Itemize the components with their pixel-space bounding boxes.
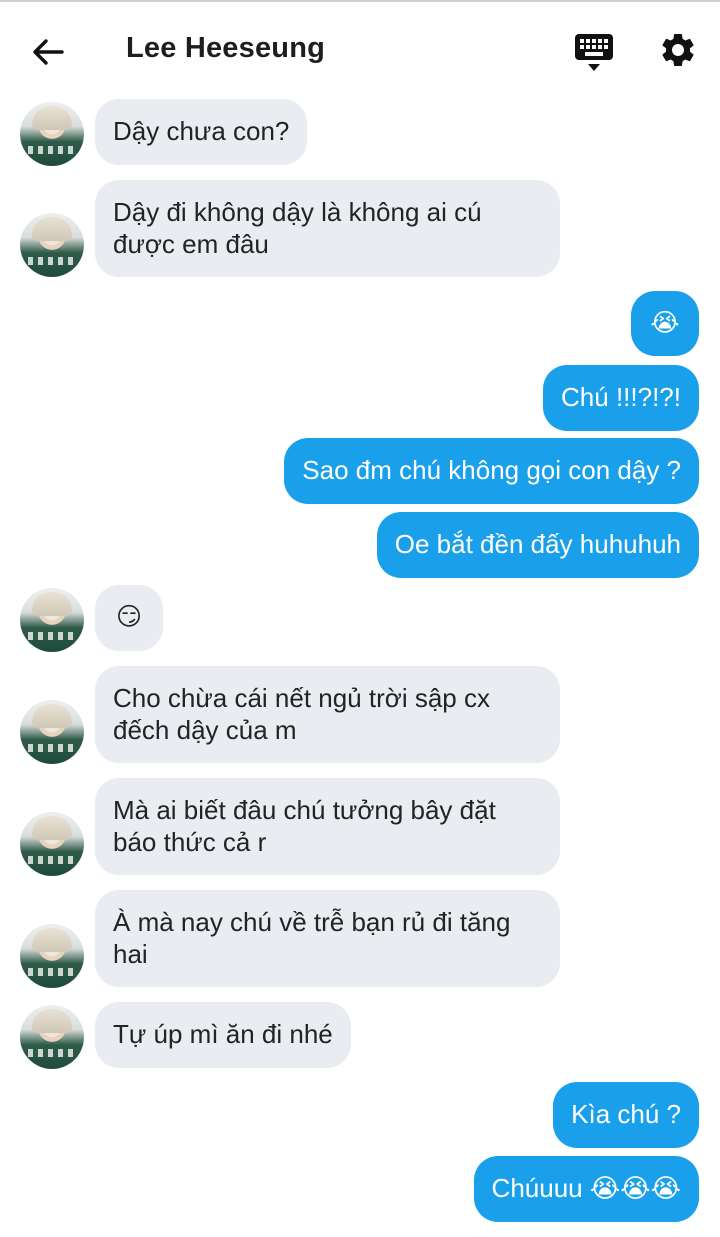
message-bubble-incoming: À mà nay chú về trễ bạn rủ đi tăng hai <box>95 890 560 987</box>
message-bubble-incoming: Mà ai biết đâu chú tưởng bây đặt báo thứ… <box>95 778 560 875</box>
message-bubble-incoming: Dậy đi không dậy là không ai cú được em … <box>95 180 560 277</box>
message-bubble-incoming: 😏 <box>95 585 163 651</box>
avatar[interactable] <box>20 588 84 652</box>
message-bubble-incoming: Cho chừa cái nết ngủ trời sập cx đếch dậ… <box>95 666 560 763</box>
avatar[interactable] <box>20 812 84 876</box>
message-bubble-outgoing: Sao đm chú không gọi con dậy ? <box>284 438 699 504</box>
avatar[interactable] <box>20 102 84 166</box>
settings-button[interactable] <box>658 30 698 70</box>
avatar[interactable] <box>20 700 84 764</box>
avatar[interactable] <box>20 1005 84 1069</box>
avatar[interactable] <box>20 924 84 988</box>
message-bubble-incoming: Dậy chưa con? <box>95 99 308 165</box>
keyboard-icon <box>575 34 613 71</box>
message-bubble-outgoing: Oe bắt đền đấy huhuhuh <box>376 512 699 578</box>
message-bubble-outgoing: Kìa chú ? <box>553 1082 699 1148</box>
contact-name: Lee Heeseung <box>126 32 326 64</box>
message-bubble-outgoing: 😭 <box>631 291 699 356</box>
back-button[interactable] <box>28 32 68 72</box>
avatar[interactable] <box>20 213 84 277</box>
message-bubble-incoming: Tự úp mì ăn đi nhé <box>95 1002 351 1068</box>
arrow-left-icon <box>33 39 64 65</box>
keyboard-button[interactable] <box>574 32 614 74</box>
message-bubble-outgoing: Chúuuu 😭😭😭 <box>473 1156 699 1222</box>
gear-icon <box>662 33 694 66</box>
message-bubble-outgoing: Chú !!!?!?! <box>543 365 699 431</box>
chat-header: Lee Heeseung <box>0 2 720 94</box>
